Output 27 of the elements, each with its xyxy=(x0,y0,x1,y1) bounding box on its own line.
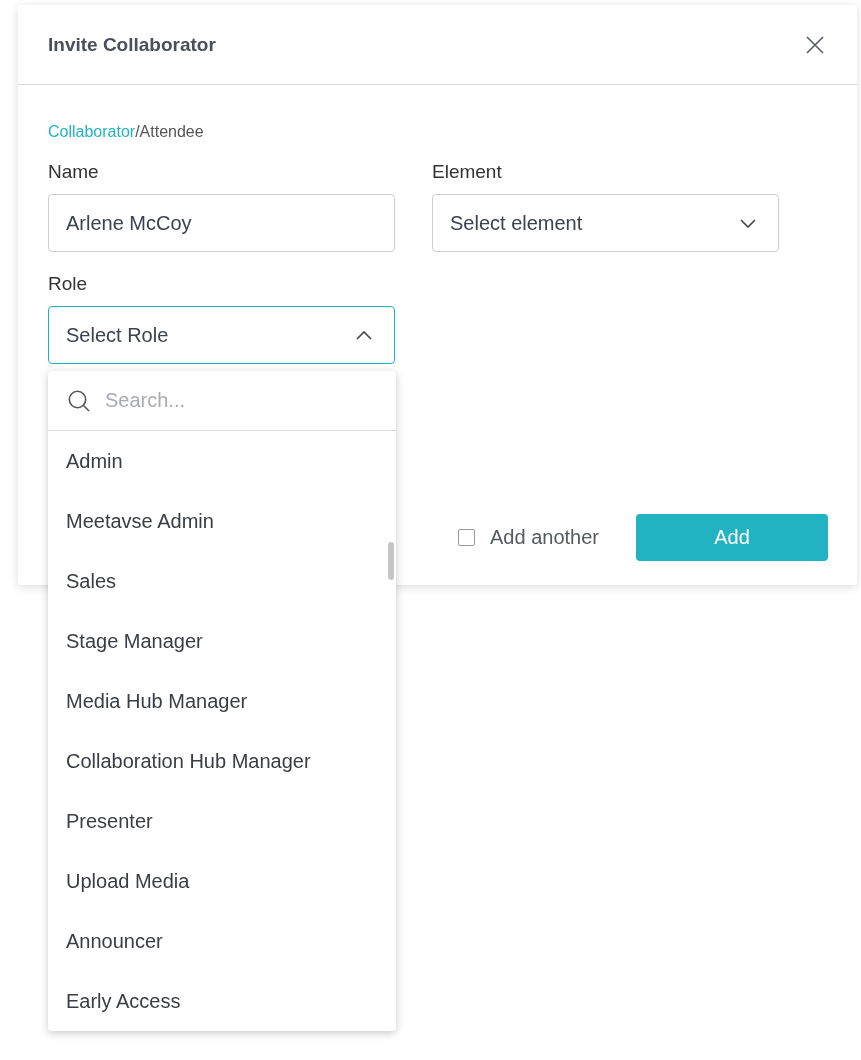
role-option[interactable]: Sales xyxy=(48,551,396,611)
close-button[interactable] xyxy=(806,35,824,54)
search-icon xyxy=(68,389,90,412)
field-label: Role xyxy=(48,274,88,294)
field-label: Element xyxy=(432,162,502,182)
role-option[interactable]: Announcer xyxy=(48,911,396,971)
chevron-icon xyxy=(740,218,756,228)
checkbox[interactable] xyxy=(458,529,475,546)
field-label: Name xyxy=(48,162,99,182)
role-select[interactable]: Select Role xyxy=(48,306,395,364)
chevron-icon xyxy=(356,330,372,340)
element-select[interactable]: Select element xyxy=(432,194,779,252)
scrollbar-thumb[interactable] xyxy=(388,542,394,580)
role-option[interactable]: Media Hub Manager xyxy=(48,671,396,731)
role-option[interactable]: Upload Media xyxy=(48,851,396,911)
separator: / xyxy=(135,122,140,142)
role-option[interactable]: Meetavse Admin xyxy=(48,491,396,551)
role-option[interactable]: Early Access xyxy=(48,971,396,1031)
role-option[interactable]: Presenter xyxy=(48,791,396,851)
role-option[interactable]: Stage Manager xyxy=(48,611,396,671)
role-option[interactable]: Collaboration Hub Manager xyxy=(48,731,396,791)
user-type-link[interactable]: Attendee xyxy=(139,122,204,142)
name-input[interactable]: Arlene McCoy xyxy=(48,194,395,252)
close-icon xyxy=(806,35,824,54)
dialog-title: Invite Collaborator xyxy=(48,33,216,56)
role-option[interactable]: Admin xyxy=(48,431,396,491)
add-another-label: Add another xyxy=(490,526,599,549)
